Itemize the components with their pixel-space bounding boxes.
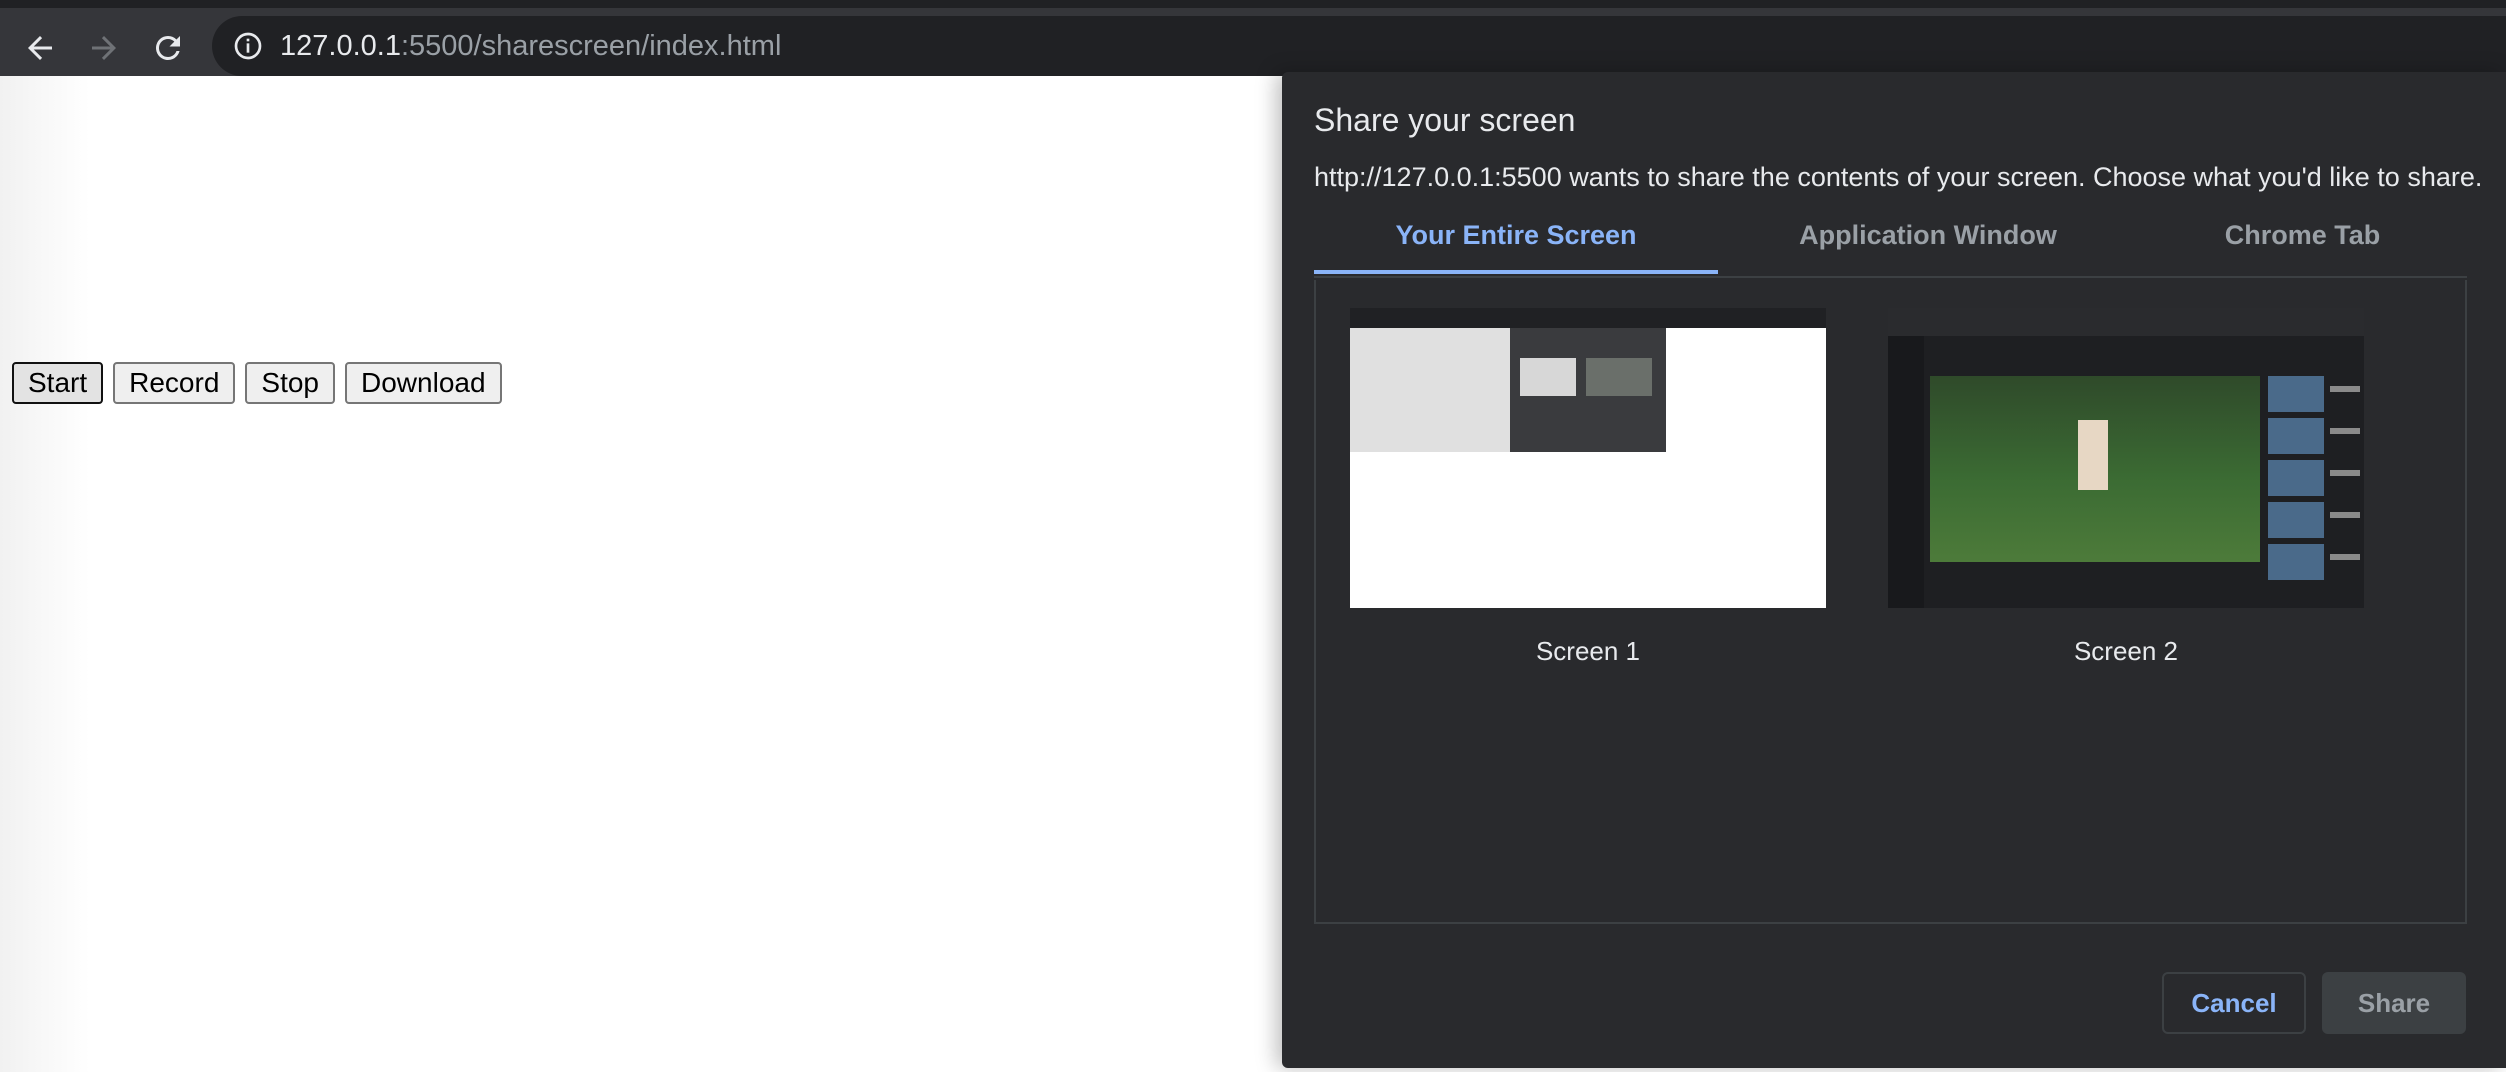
dialog-subtitle: http://127.0.0.1:5500 wants to share the…: [1314, 162, 2483, 192]
screen-1-label: Screen 1: [1535, 636, 1641, 666]
tab-entire-screen[interactable]: Your Entire Screen: [1314, 220, 1718, 276]
screen-list-panel: Screen 1 Screen 2: [1314, 280, 2467, 924]
stop-button[interactable]: Stop: [245, 362, 336, 404]
screen-option-2[interactable]: Screen 2: [1888, 308, 2364, 666]
control-buttons: Start Record Stop Download: [12, 362, 502, 404]
url-host: 127.0.0.1: [280, 30, 401, 62]
page-edge-shade: [0, 76, 90, 1072]
url-text: 127.0.0.1:5500/sharescreen/index.html: [280, 29, 781, 63]
screen-option-1[interactable]: Screen 1: [1350, 308, 1826, 666]
screen-2-label: Screen 2: [2073, 636, 2179, 666]
tab-divider: [1314, 276, 2467, 278]
tab-application-window[interactable]: Application Window: [1718, 220, 2138, 276]
record-button[interactable]: Record: [113, 362, 236, 404]
tab-chrome-tab[interactable]: Chrome Tab: [2138, 220, 2467, 276]
share-button[interactable]: Share: [2322, 972, 2466, 1034]
page-content: Start Record Stop Download: [0, 76, 1282, 1072]
back-button[interactable]: [14, 22, 66, 74]
reload-button[interactable]: [142, 22, 194, 74]
start-button[interactable]: Start: [12, 362, 104, 404]
cancel-button[interactable]: Cancel: [2162, 972, 2306, 1034]
info-icon[interactable]: [232, 30, 264, 62]
address-bar[interactable]: 127.0.0.1:5500/sharescreen/index.html: [212, 16, 2506, 76]
dialog-title: Share your screen: [1314, 102, 1576, 138]
screen-1-thumbnail: [1350, 308, 1826, 608]
active-tab-indicator: [1314, 270, 1718, 274]
url-path: :5500/sharescreen/index.html: [400, 30, 782, 62]
reload-icon: [155, 35, 180, 60]
back-arrow-icon: [28, 36, 52, 60]
forward-arrow-icon: [92, 36, 116, 60]
download-button[interactable]: Download: [345, 362, 502, 404]
source-tabs: Your Entire Screen Application Window Ch…: [1314, 220, 2467, 278]
share-screen-dialog: Share your screen http://127.0.0.1:5500 …: [1282, 72, 2506, 1068]
browser-toolbar: 127.0.0.1:5500/sharescreen/index.html: [0, 0, 2506, 76]
screen-2-thumbnail: [1888, 308, 2364, 608]
forward-button[interactable]: [78, 22, 130, 74]
